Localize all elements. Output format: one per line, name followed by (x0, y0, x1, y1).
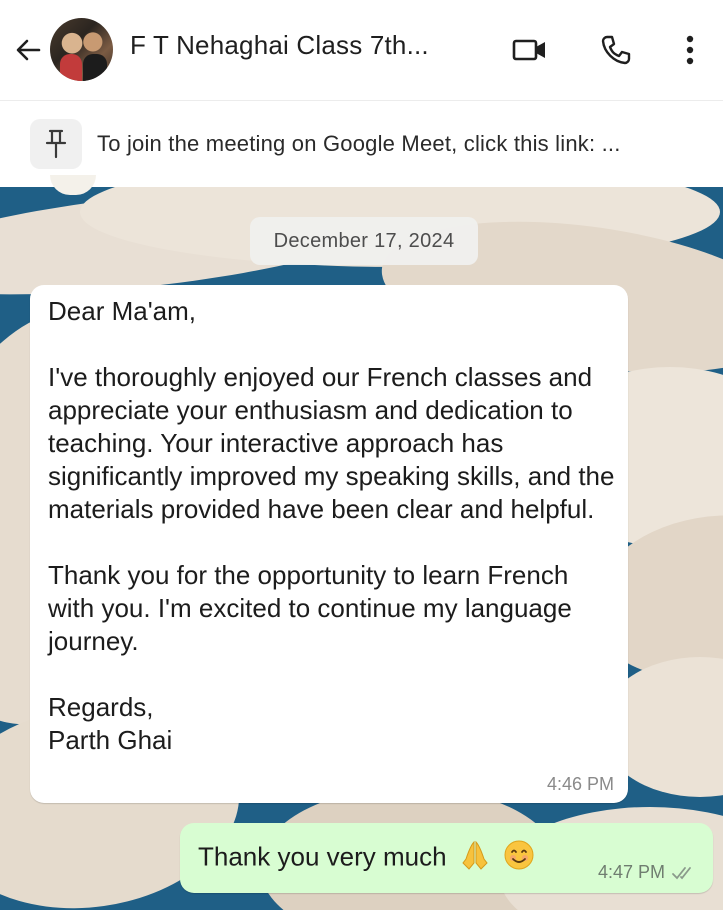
pin-icon-container (30, 119, 82, 169)
voice-call-icon (601, 35, 631, 65)
outgoing-message-text: Thank you very much (198, 841, 447, 872)
more-options-icon (686, 35, 694, 65)
more-options-button[interactable] (670, 30, 710, 70)
outgoing-message-line: Thank you very much (198, 839, 535, 878)
back-arrow-icon (16, 39, 41, 61)
chat-header: F T Nehaghai Class 7th... (0, 0, 723, 101)
pinned-message-text: To join the meeting on Google Meet, clic… (97, 131, 621, 156)
pin-icon (45, 129, 67, 159)
video-call-icon (512, 39, 545, 61)
outgoing-message-meta: 4:47 PM (598, 862, 699, 883)
read-double-check-icon (672, 866, 691, 879)
voice-call-button[interactable] (596, 30, 636, 70)
folded-hands-emoji (460, 839, 490, 878)
incoming-message-text: Dear Ma'am, I've thoroughly enjoyed our … (48, 296, 615, 755)
incoming-message-bubble[interactable]: Dear Ma'am, I've thoroughly enjoyed our … (30, 285, 628, 803)
smiling-face-emoji (503, 839, 535, 878)
date-separator: December 17, 2024 (250, 217, 478, 265)
chat-title[interactable]: F T Nehaghai Class 7th... (130, 30, 429, 61)
incoming-message-time: 4:46 PM (546, 774, 614, 794)
back-button[interactable] (10, 32, 46, 68)
outgoing-message-time: 4:47 PM (597, 862, 665, 882)
group-avatar[interactable] (50, 18, 113, 81)
video-call-button[interactable] (510, 30, 550, 70)
outgoing-message-bubble[interactable]: Thank you very much 4:47 PM (180, 823, 713, 893)
pinned-message-bar[interactable]: To join the meeting on Google Meet, clic… (0, 101, 723, 187)
